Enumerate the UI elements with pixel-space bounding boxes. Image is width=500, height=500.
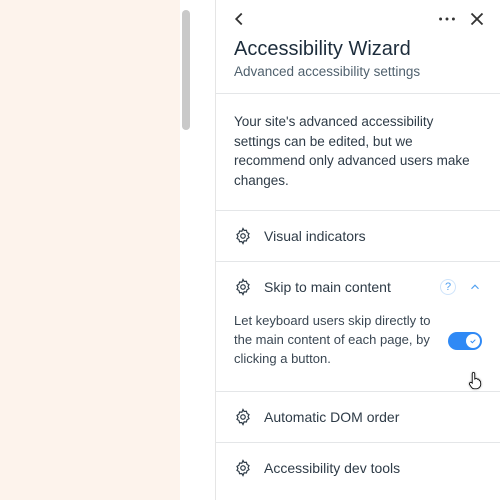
canvas-background xyxy=(0,0,180,500)
chevron-left-icon xyxy=(228,8,250,30)
scrollbar-track[interactable] xyxy=(182,0,192,500)
section-label: Automatic DOM order xyxy=(264,409,482,425)
section-skip-main-body: Let keyboard users skip directly to the … xyxy=(216,312,500,391)
more-button[interactable] xyxy=(436,8,458,30)
section-visual-indicators[interactable]: Visual indicators xyxy=(216,211,500,261)
accessibility-panel: Accessibility Wizard Advanced accessibil… xyxy=(215,0,500,500)
panel-header: Accessibility Wizard Advanced accessibil… xyxy=(216,34,500,93)
help-icon[interactable]: ? xyxy=(440,279,456,295)
intro-text: Your site's advanced accessibility setti… xyxy=(216,94,500,210)
chevron-up-icon xyxy=(468,280,482,294)
section-label: Skip to main content xyxy=(264,279,428,295)
skip-main-description: Let keyboard users skip directly to the … xyxy=(234,312,434,369)
scrollbar-thumb[interactable] xyxy=(182,10,190,130)
panel-title: Accessibility Wizard xyxy=(234,38,482,61)
back-button[interactable] xyxy=(228,8,250,30)
close-button[interactable] xyxy=(466,8,488,30)
section-dom-order[interactable]: Automatic DOM order xyxy=(216,392,500,442)
section-dev-tools[interactable]: Accessibility dev tools xyxy=(216,443,500,493)
panel-top-bar xyxy=(216,0,500,34)
panel-top-actions xyxy=(436,8,488,30)
section-label: Visual indicators xyxy=(264,228,482,244)
gear-icon xyxy=(234,459,252,477)
skip-main-toggle[interactable] xyxy=(448,332,482,350)
gear-icon xyxy=(234,227,252,245)
gear-icon xyxy=(234,278,252,296)
app-stage: Accessibility Wizard Advanced accessibil… xyxy=(0,0,500,500)
gear-icon xyxy=(234,408,252,426)
scroll-gutter xyxy=(180,0,215,500)
toggle-knob xyxy=(466,334,480,348)
section-label: Accessibility dev tools xyxy=(264,460,482,476)
section-skip-main[interactable]: Skip to main content ? xyxy=(216,262,500,312)
close-icon xyxy=(466,8,488,30)
panel-subtitle: Advanced accessibility settings xyxy=(234,64,482,79)
more-horizontal-icon xyxy=(436,8,458,30)
